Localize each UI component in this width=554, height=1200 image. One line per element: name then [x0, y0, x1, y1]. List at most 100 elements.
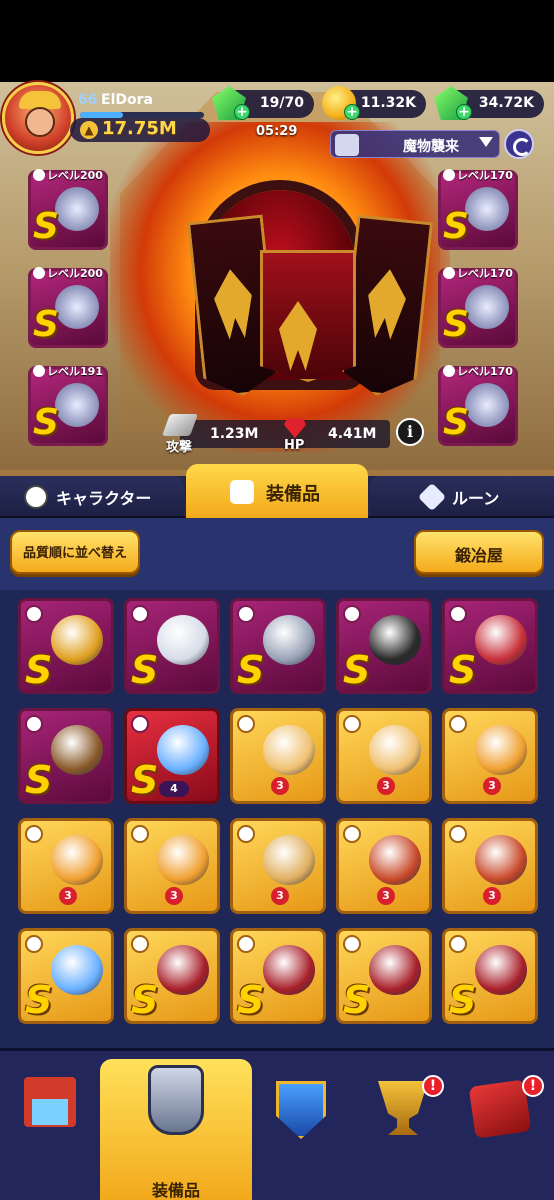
equipped-slot-right-1[interactable]: レベル170 S	[438, 169, 518, 250]
inventory-item[interactable]: S	[18, 598, 114, 694]
nav-trophy[interactable]: !	[352, 1051, 452, 1171]
plus-icon[interactable]: +	[234, 104, 250, 120]
inventory-item[interactable]: 3	[336, 708, 432, 804]
star-badge: 3	[165, 887, 183, 905]
event-go-button[interactable]	[504, 129, 534, 159]
equipped-slot-left-1[interactable]: レベル200 S	[28, 169, 108, 250]
slot-type-icon	[343, 715, 361, 733]
plus-icon[interactable]: +	[456, 104, 472, 120]
inventory-item[interactable]: S4	[124, 708, 220, 804]
slot-level: レベル191	[47, 365, 103, 378]
face-icon	[25, 107, 55, 137]
gems-counter[interactable]: + 34.72K	[434, 86, 544, 120]
tab-character[interactable]: キャラクター	[0, 476, 184, 516]
slot-type-icon	[443, 267, 455, 279]
inventory-panel: 品質順に並べ替え 鍛冶屋 SSSSSSS433333333SSSSS	[0, 518, 554, 1048]
grade-label: S	[449, 648, 477, 692]
blacksmith-button[interactable]: 鍛冶屋	[414, 530, 544, 574]
tab-runes[interactable]: ルーン	[370, 476, 554, 516]
event-label: 魔物襲来	[403, 139, 459, 155]
slot-type-icon	[33, 169, 45, 181]
power-icon: ▲	[80, 121, 98, 139]
equipped-slot-right-2[interactable]: レベル170 S	[438, 267, 518, 348]
slot-level: レベル170	[457, 365, 513, 378]
necklace-icon	[475, 835, 527, 885]
ring-icon	[55, 383, 99, 427]
energy-counter[interactable]: + 19/70	[212, 86, 314, 120]
star-badge: 3	[377, 777, 395, 795]
inventory-item[interactable]: 3	[18, 818, 114, 914]
nav-shop[interactable]	[0, 1051, 100, 1171]
slot-type-icon	[237, 715, 255, 733]
hp-label: HP	[284, 438, 305, 453]
slot-type-icon	[237, 605, 255, 623]
crystal-staff-icon	[51, 945, 103, 995]
slot-type-icon	[343, 825, 361, 843]
winged-boots-icon	[465, 383, 509, 427]
avatar[interactable]	[2, 82, 74, 154]
alert-icon: !	[522, 1075, 544, 1097]
info-icon[interactable]: i	[396, 418, 424, 446]
gems-value: 34.72K	[478, 95, 534, 111]
inventory-item[interactable]: S	[336, 928, 432, 1024]
grade-label: S	[25, 758, 53, 802]
inventory-item[interactable]: S	[230, 928, 326, 1024]
nav-guild[interactable]	[252, 1051, 352, 1171]
equipped-slot-left-2[interactable]: レベル200 S	[28, 267, 108, 348]
slot-type-icon	[25, 715, 43, 733]
golden-helmet-icon	[51, 615, 103, 665]
nav-events[interactable]: !	[452, 1051, 552, 1171]
ring-icon	[51, 835, 103, 885]
inventory-item[interactable]: S	[442, 598, 538, 694]
grade-label: S	[449, 978, 477, 1022]
tab-bar: キャラクター 装備品 ルーン	[0, 464, 554, 518]
slot-type-icon	[449, 935, 467, 953]
player-name: ElDora	[101, 92, 153, 108]
inventory-item[interactable]: 3	[230, 818, 326, 914]
demon-armor-icon	[157, 945, 209, 995]
star-badge: 3	[59, 887, 77, 905]
silver-ring-icon	[157, 615, 209, 665]
inventory-item[interactable]: S	[18, 708, 114, 804]
slot-type-icon	[237, 825, 255, 843]
slot-type-icon	[131, 715, 149, 733]
power-value: 17.75M	[102, 118, 177, 139]
inventory-item[interactable]: S	[336, 598, 432, 694]
inventory-grid: SSSSSSS433333333SSSSS	[0, 590, 554, 1048]
inventory-item[interactable]: S	[18, 928, 114, 1024]
necklace-icon	[55, 285, 99, 329]
beaded-necklace-icon	[369, 615, 421, 665]
inventory-item[interactable]: 3	[442, 708, 538, 804]
equipped-slot-right-3[interactable]: レベル170 S	[438, 365, 518, 446]
star-badge: 3	[483, 887, 501, 905]
grade-label: S	[33, 402, 59, 443]
sort-button[interactable]: 品質順に並べ替え	[10, 530, 140, 574]
attack-label: 攻撃	[166, 440, 193, 455]
demon-armor-icon	[263, 945, 315, 995]
event-dropdown[interactable]: 魔物襲来	[330, 130, 500, 158]
grade-label: S	[443, 206, 469, 247]
chevron-down-icon	[479, 137, 493, 147]
event-timer: 05:29	[256, 124, 298, 139]
equipped-slot-left-3[interactable]: レベル191 S	[28, 365, 108, 446]
demon-armor-icon	[475, 945, 527, 995]
star-badge: 3	[271, 887, 289, 905]
gold-counter[interactable]: + 11.32K	[322, 86, 426, 120]
tab-runes-label: ルーン	[452, 489, 500, 508]
inventory-item[interactable]: 3	[230, 708, 326, 804]
tab-equipment[interactable]: 装備品	[186, 464, 368, 518]
chestplate-icon	[369, 725, 421, 775]
crystal-staff-icon	[157, 725, 209, 775]
slot-type-icon	[131, 605, 149, 623]
slot-level: レベル170	[457, 169, 513, 182]
inventory-item[interactable]: S	[124, 928, 220, 1024]
armor-piece-icon	[55, 187, 99, 231]
plus-icon[interactable]: +	[344, 104, 360, 120]
nav-equipment[interactable]: 装備品	[100, 1059, 252, 1200]
inventory-item[interactable]: 3	[124, 818, 220, 914]
inventory-item[interactable]: 3	[442, 818, 538, 914]
inventory-item[interactable]: S	[442, 928, 538, 1024]
inventory-item[interactable]: S	[124, 598, 220, 694]
inventory-item[interactable]: 3	[336, 818, 432, 914]
inventory-item[interactable]: S	[230, 598, 326, 694]
